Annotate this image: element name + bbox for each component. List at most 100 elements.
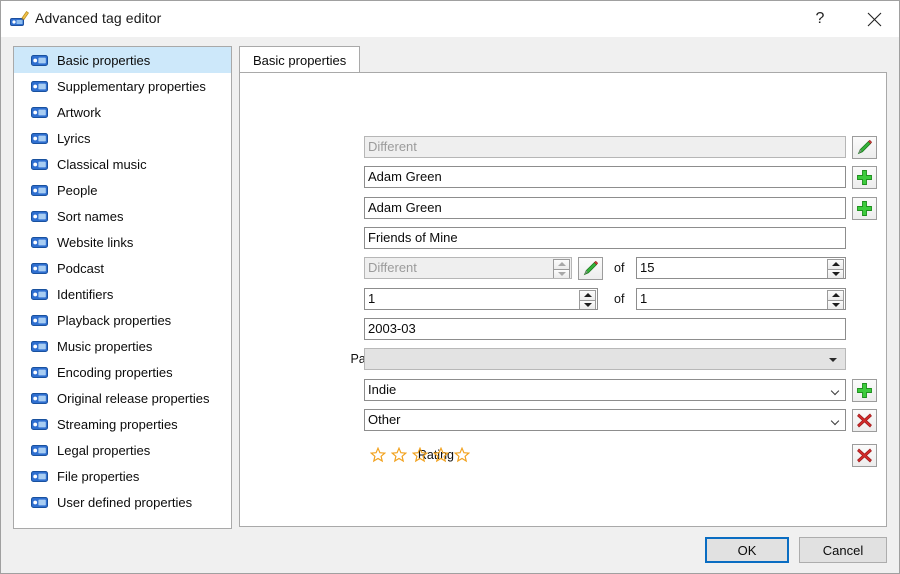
track-number-spinner [553,259,570,278]
tag-icon [31,158,48,170]
tag-icon [31,496,48,508]
client-area: Basic properties Supplementary properties… [1,37,899,573]
red-x-icon [857,413,872,428]
disc-of-label: of [614,292,625,306]
tag-icon [31,262,48,274]
sidebar-item-website-links[interactable]: Website links [14,229,231,255]
category-list[interactable]: Basic properties Supplementary properties… [13,46,232,529]
sidebar-item-label: User defined properties [57,494,193,510]
sidebar-item-basic-properties[interactable]: Basic properties [14,47,231,73]
rating-remove-button[interactable] [852,444,877,467]
plus-icon [857,201,872,216]
disc-total-value: 1 [640,291,648,306]
genre-select[interactable]: Indie [364,379,846,401]
sidebar-item-label: File properties [57,468,140,484]
help-icon: ? [815,10,825,27]
track-of-label: of [614,261,625,275]
star-icon[interactable] [391,447,407,463]
sidebar-item-identifiers[interactable]: Identifiers [14,281,231,307]
sidebar-item-lyrics[interactable]: Lyrics [14,125,231,151]
sidebar-item-label: Supplementary properties [57,78,206,94]
chevron-down-icon [832,418,839,425]
genre-value: Indie [368,382,397,397]
rating-stars[interactable] [370,447,470,463]
sidebar-item-label: Encoding properties [57,364,173,380]
genre-add-button[interactable] [852,379,877,402]
title-bar: Advanced tag editor ? [1,1,899,37]
sidebar-item-encoding-properties[interactable]: Encoding properties [14,359,231,385]
sidebar-item-classical-music[interactable]: Classical music [14,151,231,177]
cancel-label: Cancel [822,542,864,558]
star-icon[interactable] [412,447,428,463]
tag-icon [31,470,48,482]
window-title: Advanced tag editor [35,10,162,26]
sidebar-item-legal-properties[interactable]: Legal properties [14,437,231,463]
sidebar-item-file-properties[interactable]: File properties [14,463,231,489]
ok-button[interactable]: OK [705,537,789,563]
genre-secondary-select[interactable]: Other [364,409,846,431]
release-date-input[interactable]: 2003-03 [364,318,846,340]
sidebar-item-label: Identifiers [57,286,114,302]
sidebar-item-label: Basic properties [57,52,151,68]
track-number-edit-button[interactable] [578,257,603,280]
album-artist-input[interactable]: Adam Green [364,197,846,219]
star-icon[interactable] [454,447,470,463]
sidebar-item-original-release-properties[interactable]: Original release properties [14,385,231,411]
sidebar-item-music-properties[interactable]: Music properties [14,333,231,359]
sidebar-item-playback-properties[interactable]: Playback properties [14,307,231,333]
sidebar-item-supplementary-properties[interactable]: Supplementary properties [14,73,231,99]
tag-icon [31,54,48,66]
disc-total-spinner[interactable] [827,290,844,309]
sidebar-item-label: Artwork [57,104,102,120]
sidebar-item-people[interactable]: People [14,177,231,203]
sidebar-item-streaming-properties[interactable]: Streaming properties [14,411,231,437]
track-number-value: Different [368,260,417,275]
ok-label: OK [737,542,757,558]
track-total-spinner[interactable] [827,259,844,278]
tag-icon [31,366,48,378]
tag-icon [31,236,48,248]
sidebar-item-label: Streaming properties [57,416,178,432]
tag-icon [31,184,48,196]
artist-add-button[interactable] [852,166,877,189]
genre-secondary-remove-button[interactable] [852,409,877,432]
close-button[interactable] [851,1,897,37]
star-icon[interactable] [433,447,449,463]
tag-pencil-icon [10,10,29,28]
advanced-tag-editor-window: Advanced tag editor ? Basic properties Su… [0,0,900,574]
disc-number-spinner[interactable] [579,290,596,309]
sidebar-item-label: Classical music [57,156,147,172]
basic-properties-panel: Title Different Artist Adam Green Album … [239,72,887,527]
sidebar-item-user-defined-properties[interactable]: User defined properties [14,489,231,515]
sidebar-item-label: Legal properties [57,442,151,458]
sidebar-item-label: Original release properties [57,390,210,406]
plus-icon [857,383,872,398]
sidebar-item-podcast[interactable]: Podcast [14,255,231,281]
tag-icon [31,314,48,326]
sidebar-item-label: Sort names [57,208,124,224]
sidebar-item-artwork[interactable]: Artwork [14,99,231,125]
disc-total-input[interactable]: 1 [636,288,846,310]
sidebar-item-sort-names[interactable]: Sort names [14,203,231,229]
cancel-button[interactable]: Cancel [799,537,887,563]
disc-number-input[interactable]: 1 [364,288,598,310]
sidebar-item-label: People [57,182,98,198]
genre-secondary-value: Other [368,412,401,427]
star-icon[interactable] [370,447,386,463]
title-edit-button[interactable] [852,136,877,159]
tag-icon [31,444,48,456]
red-x-icon [857,448,872,463]
album-artist-add-button[interactable] [852,197,877,220]
album-input[interactable]: Friends of Mine [364,227,846,249]
chevron-down-icon [829,358,837,362]
tab-strip: Basic properties [239,46,887,73]
sidebar-item-label: Podcast [57,260,104,276]
tab-basic-properties[interactable]: Basic properties [239,46,361,73]
disc-number-value: 1 [368,291,376,306]
artist-input[interactable]: Adam Green [364,166,846,188]
tab-label: Basic properties [253,52,347,68]
help-button[interactable]: ? [797,1,843,37]
plus-icon [857,170,872,185]
chevron-down-icon [832,388,839,395]
track-total-input[interactable]: 15 [636,257,846,279]
